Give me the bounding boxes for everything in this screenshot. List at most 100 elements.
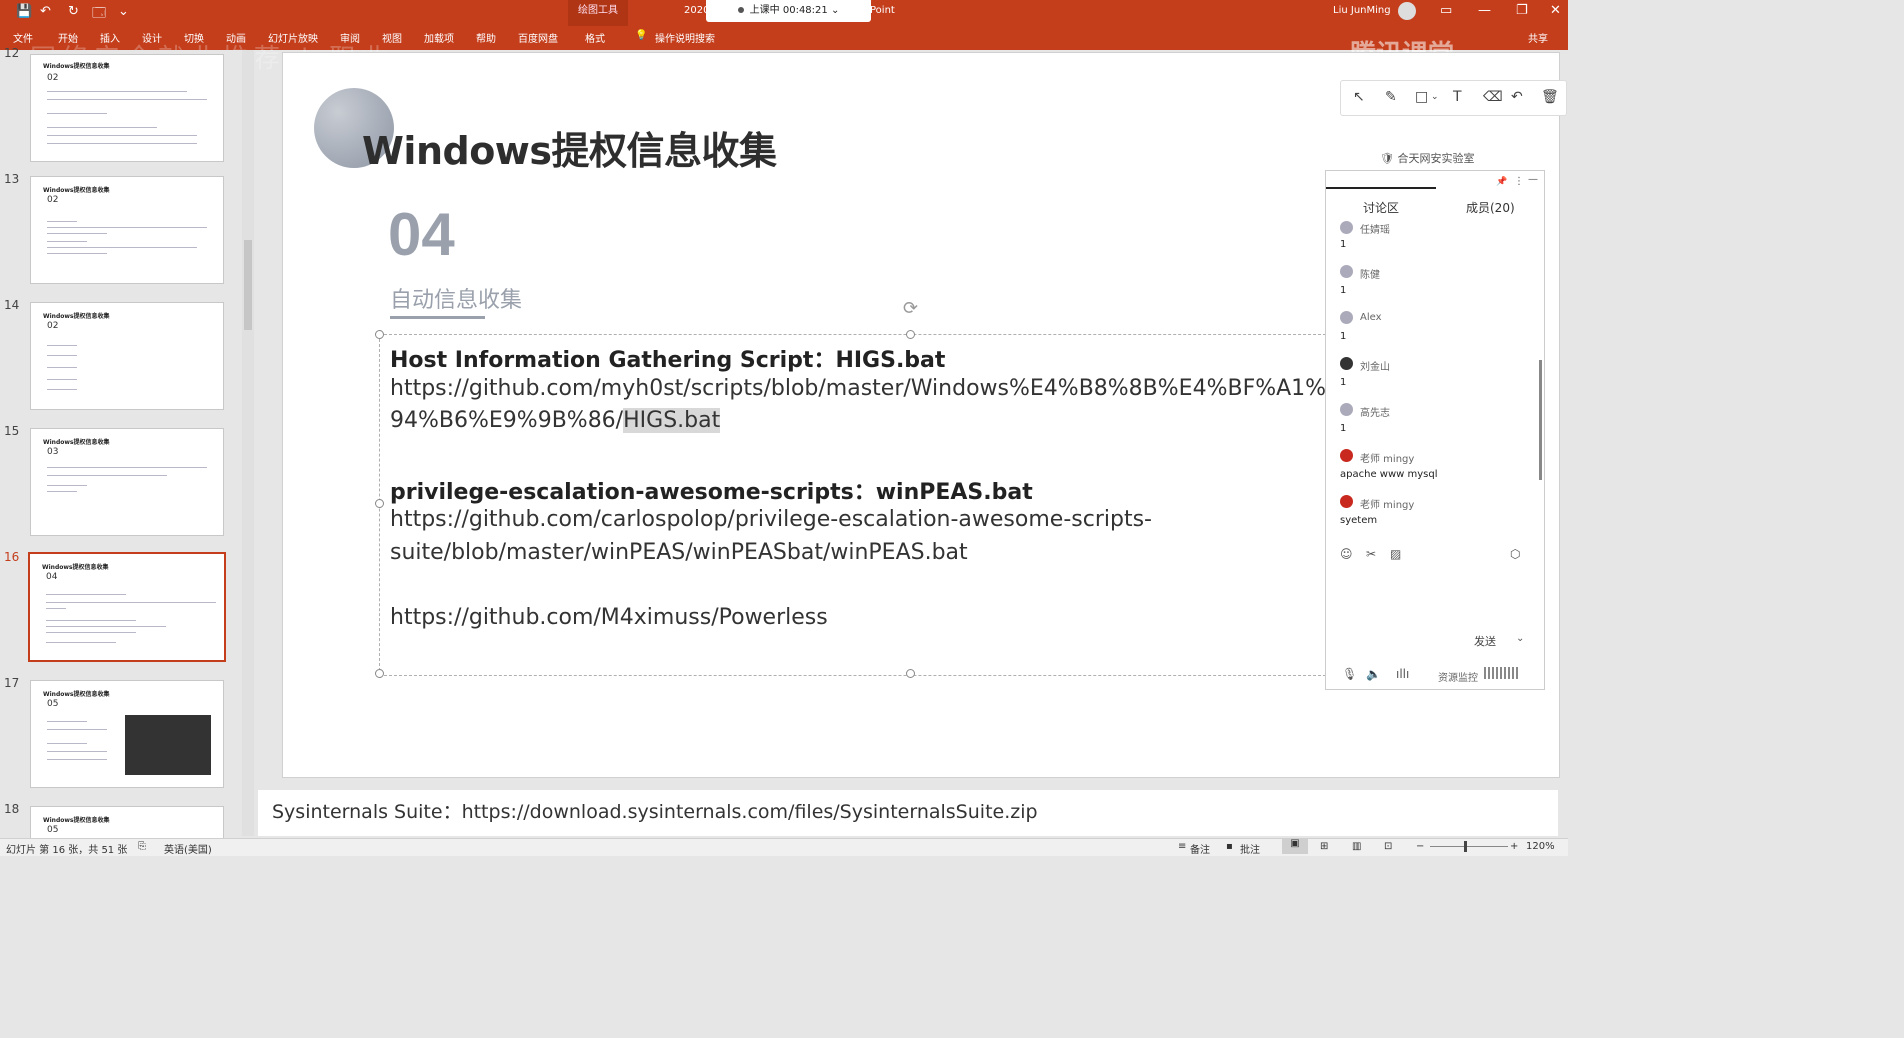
app-name-fragment: Point [870,5,895,16]
comments-icon[interactable]: ▪ [1226,841,1233,852]
emoji-icon[interactable]: ☺ [1340,547,1353,561]
slide-title[interactable]: Windows提权信息收集 [362,120,777,175]
resize-handle[interactable] [906,330,915,339]
slide-sorter-icon[interactable]: ⊞ [1320,841,1328,852]
resize-handle[interactable] [375,669,384,678]
close-icon[interactable]: ✕ [1550,3,1561,18]
minimize-icon[interactable]: — [1478,3,1491,18]
slide-thumbnail-selected[interactable]: Windows提权信息收集 04 [28,552,226,662]
eraser-icon[interactable]: ⌫ [1483,89,1503,105]
more-icon[interactable]: ⋮ [1514,176,1524,187]
zoom-slider[interactable] [1430,846,1508,847]
slide-thumbnail[interactable]: Windows提权信息收集 02 [30,302,224,410]
share-button[interactable]: 共享 [1528,30,1548,45]
redo-icon[interactable]: ↻ [68,4,79,19]
chevron-down-icon[interactable]: ⌄ [1516,633,1524,644]
thumbnail-scrollbar[interactable] [242,50,254,836]
send-button[interactable]: 发送 [1474,633,1496,649]
recording-status-label: 上课中 00:48:21 [749,5,828,16]
chevron-down-icon[interactable]: ⌄ [1431,92,1439,102]
sender-name: 高先志 [1360,408,1390,419]
save-icon[interactable]: 💾 [16,4,32,19]
slide-thumbnail[interactable]: Windows提权信息收集 02 [30,54,224,162]
slide-thumbnail[interactable]: Windows提权信息收集 02 [30,176,224,284]
chat-scrollbar[interactable] [1539,360,1542,480]
text-tool-icon[interactable]: T [1453,89,1462,105]
zoom-level[interactable]: 120% [1526,841,1555,852]
restore-icon[interactable]: ❐ [1516,3,1528,18]
tab-help[interactable]: 帮助 [476,30,496,45]
zoom-slider-thumb[interactable] [1464,841,1467,852]
minimize-panel-icon[interactable]: — [1528,174,1538,185]
tab-members[interactable]: 成员(20) [1466,199,1515,216]
class-recording-status[interactable]: 上课中 00:48:21 ⌄ [706,0,871,22]
chat-message: 1 [1340,285,1347,296]
slide-thumbnail[interactable]: Windows提权信息收集 03 [30,428,224,536]
settings-icon[interactable]: ⬡ [1510,547,1520,561]
reading-view-icon[interactable]: ▥ [1352,841,1361,852]
customize-toolbar-icon[interactable]: ⌄ [118,4,129,19]
avatar [1340,449,1353,462]
ribbon-display-icon[interactable]: ▭ [1440,3,1452,18]
thumb-title: Windows提权信息收集 [43,817,110,824]
scrollbar-thumb[interactable] [244,240,252,330]
language-indicator[interactable]: 英语(美国) [164,841,212,856]
section-number[interactable]: 04 [388,200,455,269]
speaker-icon[interactable]: 🔈 [1366,667,1381,681]
pen-icon[interactable]: ✎ [1385,89,1397,105]
notes-toggle[interactable]: 备注 [1190,841,1210,856]
slide-thumbnail[interactable]: Windows提权信息收集 05 [30,806,224,840]
avatar[interactable] [1398,2,1416,20]
image-icon[interactable]: ▨ [1390,547,1401,561]
trash-icon[interactable]: 🗑 [1541,89,1559,105]
hetian-lab-logo: 🛡 合天网安实验室 [1380,152,1475,165]
tell-me-search[interactable]: 操作说明搜索 [655,30,715,45]
present-icon[interactable]: 🗔 [92,4,106,26]
resize-handle[interactable] [375,330,384,339]
chat-message: 1 [1340,239,1347,250]
higs-url-line1: https://github.com/myh0st/scripts/blob/m… [390,376,1325,401]
winpeas-heading: privilege-escalation-awesome-scripts：win… [390,480,1033,505]
normal-view-icon[interactable]: ▣ [1282,838,1308,854]
undo-icon[interactable]: ↶ [1511,89,1523,105]
microphone-icon[interactable]: 🎙 [1342,667,1357,681]
chat-message: 1 [1340,331,1347,342]
notes-toggle-icon[interactable]: ≡ [1178,841,1186,852]
sender-name: 刘金山 [1360,362,1390,373]
zoom-out-icon[interactable]: − [1416,841,1424,852]
user-name[interactable]: Liu JunMing [1333,5,1391,16]
winpeas-url-line2: suite/blob/master/winPEAS/winPEASbat/win… [390,540,968,565]
comments-toggle[interactable]: 批注 [1240,841,1260,856]
tab-baidu-netdisk[interactable]: 百度网盘 [518,30,558,45]
avatar [1340,265,1353,278]
tab-addins[interactable]: 加载项 [424,30,454,45]
resize-handle[interactable] [906,669,915,678]
lightbulb-icon: 💡 [635,30,648,41]
pin-icon[interactable]: 📌 [1496,177,1507,187]
thumb-number: 13 [4,172,20,186]
accessibility-icon[interactable]: ⎘ [138,841,146,852]
chat-message: 1 [1340,423,1347,434]
undo-icon[interactable]: ↶ [40,4,51,19]
thumb-section: 02 [47,73,59,83]
drawing-tools-context-tab: 绘图工具 [568,0,628,26]
pointer-icon[interactable]: ↖ [1353,89,1365,105]
resize-handle[interactable] [375,499,384,508]
resource-monitor[interactable]: 资源监控 [1438,669,1478,684]
thumb-section: 02 [47,195,59,205]
signal-icon[interactable]: ıllı [1396,667,1409,681]
scissors-icon[interactable]: ✂ [1366,547,1376,561]
tab-format[interactable]: 格式 [585,30,605,45]
notes-text: Sysinternals Suite：https://download.sysi… [272,801,1038,823]
rectangle-icon[interactable]: □ [1415,89,1428,105]
section-subtitle[interactable]: 自动信息收集 [390,282,522,314]
thumb-section: 05 [47,825,59,835]
sender-name: 陈健 [1360,270,1380,281]
slide-thumbnail[interactable]: Windows提权信息收集 05 [30,680,224,788]
thumb-title: Windows提权信息收集 [43,691,110,698]
higs-url-path: 94%B6%E9%9B%86/ [390,408,624,433]
zoom-in-icon[interactable]: + [1510,841,1518,852]
tab-discussion[interactable]: 讨论区 [1363,199,1399,216]
rotate-handle-icon[interactable]: ⟳ [903,298,918,319]
slideshow-icon[interactable]: ⊡ [1384,841,1392,852]
